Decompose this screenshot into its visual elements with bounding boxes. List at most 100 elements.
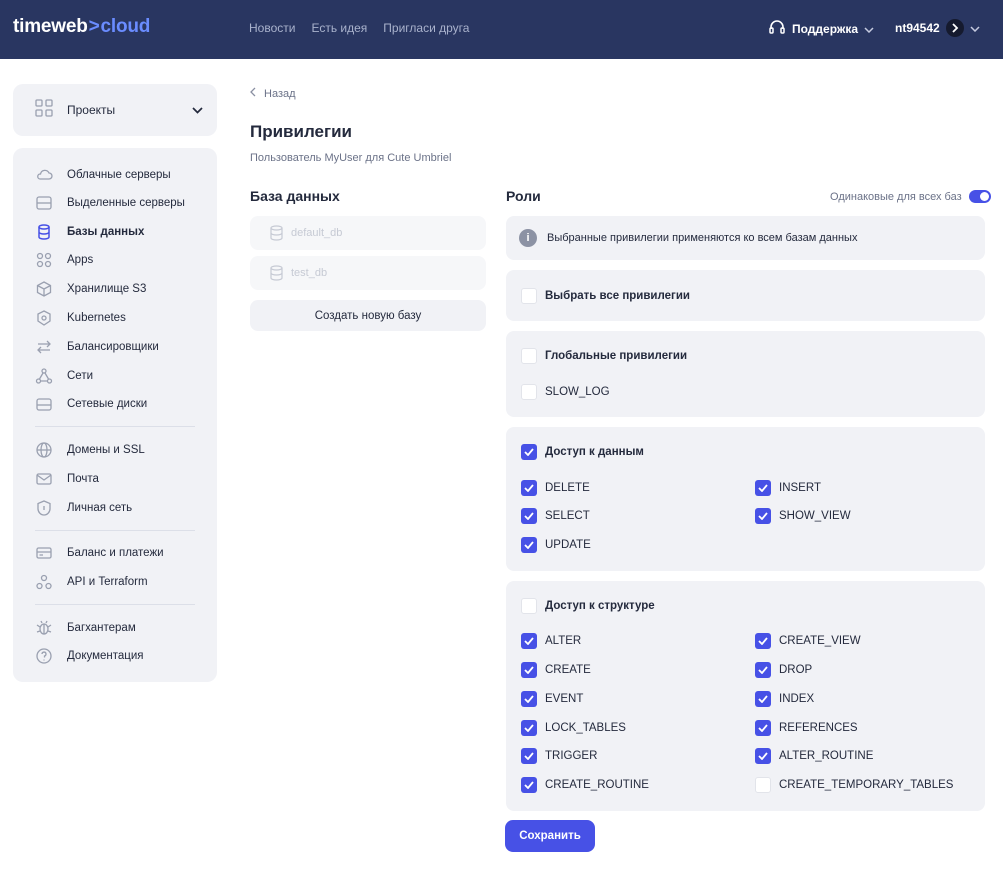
support-menu[interactable]: Поддержка [768,19,874,38]
page-subtitle: Пользователь MyUser для Cute Umbriel [250,152,452,164]
database-name: default_db [291,227,343,239]
sidebar-item[interactable]: Базы данных [35,221,144,243]
checkbox-checked-icon [521,633,537,649]
sidebar-item-label: Личная сеть [67,502,133,514]
privilege-checkbox[interactable]: DROP [755,662,812,678]
sidebar-item[interactable]: Облачные серверы [35,164,171,186]
checkbox-checked-icon [521,720,537,736]
sidebar-item[interactable]: Балансировщики [35,336,159,358]
shield-icon [35,499,53,517]
sidebar-item[interactable]: Багхантерам [35,617,136,639]
back-link[interactable]: Назад [250,87,296,100]
privilege-checkbox[interactable]: SLOW_LOG [521,384,610,400]
privilege-checkbox-label: LOCK_TABLES [545,722,626,734]
checkbox-checked-icon [755,720,771,736]
group-checkbox[interactable]: Доступ к данным [521,444,644,460]
privilege-checkbox-label: TRIGGER [545,750,598,762]
data-access-panel: Доступ к данным DELETE INSERT SELECT SHOW_VI… [506,427,985,571]
nav-news[interactable]: Новости [249,21,295,35]
group-checkbox[interactable]: Глобальные привилегии [521,348,687,364]
checkbox-checked-icon [521,777,537,793]
sidebar-item[interactable]: Домены и SSL [35,439,145,461]
privilege-checkbox[interactable]: ALTER [521,633,581,649]
privilege-checkbox[interactable]: INDEX [755,691,814,707]
same-for-all-switch[interactable]: Одинаковые для всех баз [830,190,991,203]
logo[interactable]: timeweb > cloud [13,16,150,38]
sidebar-item[interactable]: Kubernetes [35,307,126,329]
apps-icon [35,251,53,269]
privilege-checkbox-label: UPDATE [545,539,591,551]
logo-part2: cloud [100,16,151,37]
group-checkbox[interactable]: Доступ к структуре [521,598,655,614]
privilege-checkbox-label: INDEX [779,693,815,705]
checkbox-checked-icon [755,691,771,707]
privilege-checkbox[interactable]: SHOW_VIEW [755,508,851,524]
sidebar-item[interactable]: Выделенные серверы [35,192,185,214]
checkbox-checked-icon [521,480,537,496]
privilege-checkbox[interactable]: INSERT [755,480,821,496]
save-button[interactable]: Сохранить [505,820,595,852]
checkbox-checked-icon [755,508,771,524]
balancer-icon [35,338,53,356]
same-for-all-toggle[interactable] [968,190,991,203]
privilege-checkbox[interactable]: SELECT [521,508,590,524]
sidebar-item-label: Apps [67,254,94,266]
sidebar-item[interactable]: Документация [35,645,144,667]
privilege-checkbox[interactable]: TRIGGER [521,748,597,764]
sidebar-menu: Облачные серверы Выделенные серверы Базы д… [13,148,217,682]
chevron-down-icon [970,21,980,35]
sidebar-item[interactable]: Хранилище S3 [35,278,146,300]
sidebar-item[interactable]: Сетевые диски [35,393,147,415]
database-section-title: База данных [250,188,340,204]
checkbox-checked-icon [755,480,771,496]
top-bar: timeweb > cloud Новости Есть идея Пригласи… [0,0,1003,59]
sidebar-divider [35,604,195,605]
privilege-checkbox[interactable]: ALTER_ROUTINE [755,748,873,764]
nav-idea[interactable]: Есть идея [311,21,367,35]
privilege-checkbox[interactable]: DELETE [521,480,590,496]
privilege-checkbox[interactable]: UPDATE [521,537,591,553]
create-database-button[interactable]: Создать новую базу [250,300,486,331]
sidebar-item[interactable]: Личная сеть [35,497,132,519]
sidebar-divider [35,530,195,531]
select-all-label: Выбрать все привилегии [545,290,690,302]
sidebar-item[interactable]: Apps [35,249,93,271]
sidebar-item[interactable]: Баланс и платежи [35,542,164,564]
logo-part1: timeweb [13,16,88,37]
user-menu[interactable]: nt94542 [895,19,980,37]
info-icon: i [519,229,537,247]
sidebar-item[interactable]: Сети [35,365,93,387]
nav-invite[interactable]: Пригласи друга [383,21,469,35]
database-item[interactable]: test_db [250,256,486,290]
sidebar-item-label: Баланс и платежи [67,547,164,559]
chevron-down-icon [864,22,874,36]
grid-icon [35,98,53,122]
checkbox-icon [521,384,537,400]
privilege-checkbox[interactable]: CREATE_ROUTINE [521,777,649,793]
database-item[interactable]: default_db [250,216,486,250]
sidebar-item-label: API и Terraform [67,576,148,588]
privilege-checkbox-label: SLOW_LOG [545,386,610,398]
sidebar-item-label: Базы данных [67,226,145,238]
projects-selector[interactable]: Проекты [13,84,217,136]
select-all-checkbox[interactable]: Выбрать все привилегии [521,288,690,304]
mail-icon [35,470,53,488]
privilege-checkbox-label: DROP [779,664,813,676]
checkbox-checked-icon [521,537,537,553]
privilege-checkbox[interactable]: CREATE_VIEW [755,633,861,649]
sidebar-item[interactable]: Почта [35,468,99,490]
sidebar-item[interactable]: API и Terraform [35,571,148,593]
group-checkbox-label: Глобальные привилегии [545,350,688,362]
help-icon [35,647,53,665]
headset-icon [768,19,786,38]
privilege-checkbox[interactable]: REFERENCES [755,720,858,736]
privilege-checkbox[interactable]: LOCK_TABLES [521,720,626,736]
database-icon [270,265,283,281]
checkbox-checked-icon [755,662,771,678]
privilege-checkbox[interactable]: EVENT [521,691,583,707]
privilege-checkbox[interactable]: CREATE [521,662,591,678]
sidebar-item-label: Багхантерам [67,622,136,634]
checkbox-icon [521,598,537,614]
top-nav: Новости Есть идея Пригласи друга [249,21,469,35]
privilege-checkbox[interactable]: CREATE_TEMPORARY_TABLES [755,777,953,793]
